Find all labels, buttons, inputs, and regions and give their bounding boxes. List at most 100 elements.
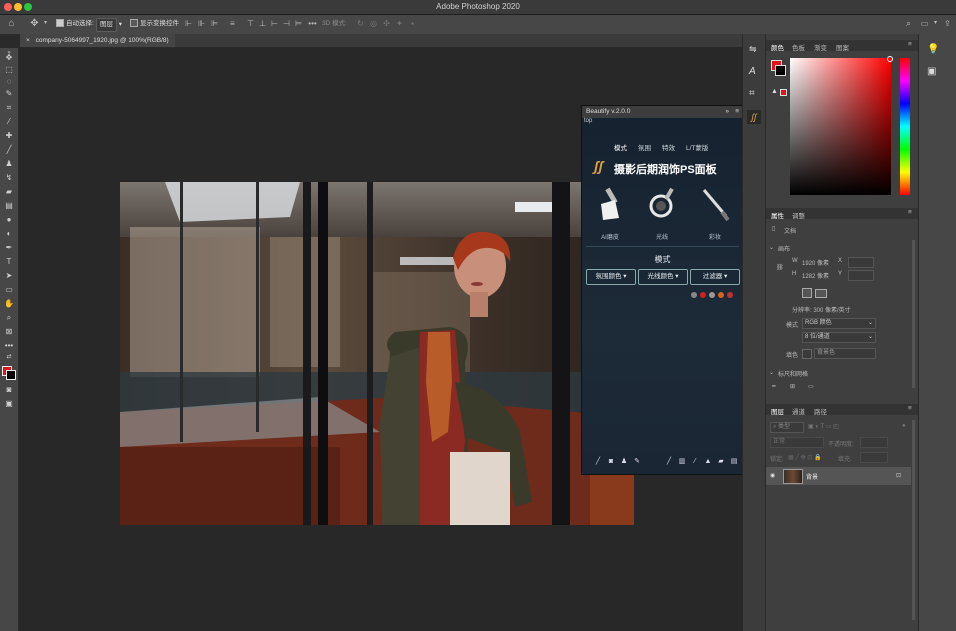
move-tool-icon[interactable]: ✥ bbox=[30, 19, 39, 29]
lang-flag-icon[interactable] bbox=[727, 292, 733, 298]
web-color-swatch[interactable] bbox=[780, 89, 787, 96]
gradient-tool-icon[interactable]: ▤ bbox=[3, 200, 15, 211]
sharpen-icon[interactable]: ▲ bbox=[704, 458, 712, 466]
mode-dropdown[interactable]: RGB 颜色 ⌄ bbox=[802, 318, 876, 329]
panel-menu-icon[interactable]: ≡ bbox=[908, 209, 912, 216]
character-icon[interactable]: A bbox=[749, 66, 756, 77]
landscape-orientation-icon[interactable] bbox=[815, 289, 827, 298]
document-tab[interactable]: × company-5064997_1920.jpg @ 100%(RGB/8) bbox=[20, 34, 175, 47]
opacity-field[interactable] bbox=[860, 437, 888, 448]
dropper-small-icon[interactable]: ⁄ bbox=[691, 458, 699, 466]
visibility-eye-icon[interactable]: ◉ bbox=[770, 472, 775, 479]
person-icon[interactable]: ♟ bbox=[620, 458, 628, 466]
ruler-units-icon[interactable]: ━ bbox=[772, 383, 776, 390]
brush-small-icon[interactable]: ╱ bbox=[594, 458, 602, 466]
lang-flag-icon[interactable] bbox=[691, 292, 697, 298]
lasso-tool-icon[interactable]: ◌ bbox=[3, 76, 15, 87]
mask-icon[interactable]: ◙ bbox=[607, 458, 615, 466]
filter-button[interactable]: 过滤器 ▾ bbox=[690, 269, 740, 285]
distribute-top-icon[interactable]: ⊤ bbox=[246, 19, 255, 28]
close-tab-icon[interactable]: × bbox=[26, 37, 30, 44]
guides-icon[interactable]: ▭ bbox=[808, 383, 814, 390]
auto-select-checkbox[interactable]: 自动选择: bbox=[56, 18, 94, 30]
3d-orbit-icon[interactable]: ↻ bbox=[356, 19, 365, 28]
clone-stamp-tool-icon[interactable]: ♟ bbox=[3, 158, 15, 169]
fill-swatch[interactable] bbox=[802, 349, 812, 359]
link-dimensions-icon[interactable]: ⛓ bbox=[776, 264, 784, 271]
path-select-tool-icon[interactable]: ➤ bbox=[3, 270, 15, 281]
screen-mode-icon[interactable]: ▣ bbox=[3, 398, 15, 409]
canvas-chevron-icon[interactable]: ⌄ bbox=[769, 244, 774, 251]
chevron-down-icon[interactable]: ▾ bbox=[41, 19, 50, 28]
align-left-icon[interactable]: ⊩ bbox=[184, 19, 193, 28]
align-right-icon[interactable]: ⊫ bbox=[210, 19, 219, 28]
hue-slider[interactable] bbox=[900, 58, 910, 195]
rulers-chevron-icon[interactable]: ⌄ bbox=[769, 369, 774, 376]
search-icon[interactable]: ⌕ bbox=[904, 19, 913, 28]
eyedropper-tool-icon[interactable]: ⁄ bbox=[3, 116, 15, 127]
filter-toggle-icon[interactable]: ● bbox=[902, 423, 906, 429]
ai-skin-tool[interactable]: AI磨皮 bbox=[587, 182, 633, 242]
tab-lt-mask[interactable]: L/T蒙版 bbox=[686, 142, 708, 152]
layer-row[interactable]: ◉ 背景 ⊡ bbox=[766, 467, 911, 485]
tab-properties[interactable]: 属性 bbox=[771, 210, 784, 220]
gradient-small-icon[interactable]: ▥ bbox=[678, 458, 686, 466]
frame-tool-icon[interactable]: ⊠ bbox=[3, 326, 15, 337]
tab-patterns[interactable]: 图案 bbox=[836, 42, 849, 52]
settings-small-icon[interactable]: ▤ bbox=[730, 458, 738, 466]
adjustments-icon[interactable]: ⇋ bbox=[749, 44, 757, 55]
panel-menu-icon[interactable]: ≡ bbox=[735, 106, 739, 118]
grid-icon[interactable]: ⊞ bbox=[790, 383, 795, 390]
beautify-panel-header[interactable]: Beautify v.2.0.0 » ≡ bbox=[582, 106, 743, 118]
distribute-bottom-icon[interactable]: ⊢ bbox=[270, 19, 279, 28]
move-tool-icon[interactable]: ✥ bbox=[3, 52, 15, 63]
align-top-icon[interactable]: ≡ bbox=[228, 19, 237, 28]
distribute-middle-icon[interactable]: ⊥ bbox=[258, 19, 267, 28]
tab-gradients[interactable]: 渐变 bbox=[814, 42, 827, 52]
fill-field[interactable] bbox=[860, 452, 888, 463]
tab-adjustments[interactable]: 调整 bbox=[792, 210, 805, 220]
height-value[interactable]: 1282 像素 bbox=[802, 271, 829, 280]
hand-tool-icon[interactable]: ✋ bbox=[3, 298, 15, 309]
history-brush-tool-icon[interactable]: ↯ bbox=[3, 172, 15, 183]
learn-lightbulb-icon[interactable]: 💡 bbox=[927, 44, 939, 55]
color-picker-field[interactable] bbox=[790, 58, 891, 195]
pen-tool-icon[interactable]: ✒ bbox=[3, 242, 15, 253]
brush-tool-icon[interactable]: ╱ bbox=[3, 144, 15, 155]
crop-tool-icon[interactable]: ⌗ bbox=[3, 102, 15, 113]
swap-colors-icon[interactable]: ⇄ bbox=[3, 352, 15, 363]
home-icon[interactable]: ⌂ bbox=[7, 19, 16, 29]
more-tools-icon[interactable]: ••• bbox=[3, 340, 15, 351]
panel-menu-icon[interactable]: ≡ bbox=[908, 405, 912, 412]
panel-menu-icon[interactable]: ≡ bbox=[908, 41, 912, 48]
lang-flag-icon[interactable] bbox=[700, 292, 706, 298]
tab-mode[interactable]: 模式 bbox=[614, 142, 627, 152]
blur-tool-icon[interactable]: ● bbox=[3, 214, 15, 225]
blend-mode-dropdown[interactable]: 正常 bbox=[770, 437, 824, 448]
share-icon[interactable]: ⇪ bbox=[943, 19, 952, 28]
portrait-orientation-icon[interactable] bbox=[802, 288, 812, 298]
libraries-icon[interactable]: ▣ bbox=[927, 66, 936, 77]
light-color-button[interactable]: 光线颜色 ▾ bbox=[638, 269, 688, 285]
x-field[interactable] bbox=[848, 257, 874, 268]
background-color-swatch[interactable] bbox=[6, 370, 16, 380]
type-tool-icon[interactable]: T bbox=[3, 256, 15, 267]
workspace-chevron-icon[interactable]: ▾ bbox=[931, 19, 940, 28]
distribute-right-icon[interactable]: ⊨ bbox=[294, 19, 303, 28]
panel-collapse-icon[interactable]: » bbox=[725, 106, 729, 118]
pen-small-icon[interactable]: ✎ bbox=[633, 458, 641, 466]
dodge-tool-icon[interactable]: ◐ bbox=[3, 228, 15, 239]
quick-select-tool-icon[interactable]: ✎ bbox=[3, 88, 15, 99]
3d-scale-icon[interactable]: ▪ bbox=[408, 19, 417, 28]
workspace-icon[interactable]: ▭ bbox=[920, 19, 929, 28]
layer-name[interactable]: 背景 bbox=[806, 472, 818, 481]
lang-flag-icon[interactable] bbox=[718, 292, 724, 298]
3d-roll-icon[interactable]: ◎ bbox=[369, 19, 378, 28]
tab-atmosphere[interactable]: 氛围 bbox=[638, 142, 651, 152]
tab-channels[interactable]: 通道 bbox=[792, 406, 805, 416]
document-image[interactable] bbox=[120, 182, 634, 525]
wand-icon[interactable]: ╱ bbox=[665, 458, 673, 466]
3d-pan-icon[interactable]: ✣ bbox=[382, 19, 391, 28]
tab-color[interactable]: 颜色 bbox=[771, 42, 784, 52]
marquee-tool-icon[interactable]: ⬚ bbox=[3, 64, 15, 75]
